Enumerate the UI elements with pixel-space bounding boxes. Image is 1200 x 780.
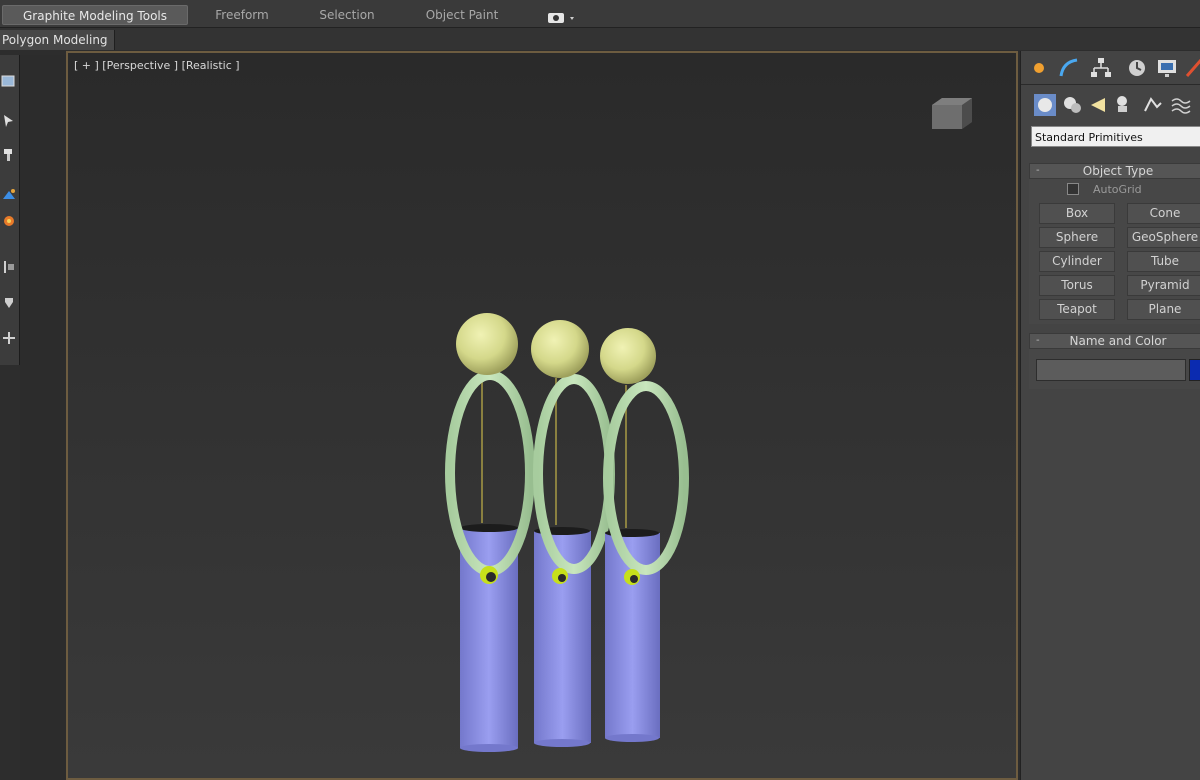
scene-render[interactable] — [68, 53, 1016, 778]
sphere-1[interactable] — [456, 313, 518, 375]
tab-polygon-modeling[interactable]: Polygon Modeling — [0, 30, 115, 50]
left-toolbar — [0, 55, 20, 365]
max-application-window: Graphite Modeling Tools Freeform Selecti… — [0, 0, 1200, 780]
create-tab-icon[interactable] — [1027, 56, 1051, 80]
tube-button[interactable]: Tube — [1127, 251, 1200, 272]
cylinder-button[interactable]: Cylinder — [1039, 251, 1115, 272]
viewport-tool-icon[interactable] — [1, 73, 17, 89]
sphere-button[interactable]: Sphere — [1039, 227, 1115, 248]
paint-tool-icon[interactable] — [1, 147, 17, 163]
transform-gizmo-icon[interactable] — [1, 187, 17, 203]
display-tab-icon[interactable] — [1155, 56, 1179, 80]
teapot-button[interactable]: Teapot — [1039, 299, 1115, 320]
sphere-3[interactable] — [600, 328, 656, 384]
tab-object-paint[interactable]: Object Paint — [410, 5, 514, 25]
arrow-tool-icon[interactable] — [1, 113, 17, 129]
cone-button[interactable]: Cone — [1127, 203, 1200, 224]
geosphere-button[interactable]: GeoSphere — [1127, 227, 1200, 248]
geometry-icon[interactable] — [1033, 93, 1057, 117]
command-panel-divider — [1021, 84, 1200, 85]
command-panel: Standard Primitives - Object Type AutoGr… — [1020, 51, 1200, 780]
helpers-icon[interactable] — [1141, 93, 1165, 117]
object-name-field[interactable] — [1036, 359, 1186, 381]
tab-freeform[interactable]: Freeform — [200, 5, 284, 25]
torus-button[interactable]: Torus — [1039, 275, 1115, 296]
collapse-icon: - — [1036, 335, 1040, 346]
shapes-icon[interactable] — [1061, 93, 1085, 117]
modify-tab-icon[interactable] — [1057, 56, 1081, 80]
utilities-tab-icon[interactable] — [1183, 56, 1200, 80]
camera-dropdown-icon[interactable] — [548, 9, 578, 23]
object-type-title: Object Type — [1082, 164, 1154, 178]
plane-button[interactable]: Plane — [1127, 299, 1200, 320]
tab-selection[interactable]: Selection — [300, 5, 394, 25]
autogrid-checkbox[interactable] — [1067, 183, 1079, 195]
motion-tab-icon[interactable] — [1125, 56, 1149, 80]
ribbon-tab-bar: Graphite Modeling Tools Freeform Selecti… — [0, 0, 1200, 28]
name-and-color-title: Name and Color — [1069, 334, 1167, 348]
box-button[interactable]: Box — [1039, 203, 1115, 224]
pivot-tool-icon[interactable] — [1, 330, 17, 346]
perspective-viewport[interactable]: [ + ] [Perspective ] [Realistic ] — [66, 51, 1018, 780]
spacewarps-icon[interactable] — [1169, 93, 1193, 117]
align-tool-icon[interactable] — [1, 259, 17, 275]
left-gutter — [20, 55, 66, 780]
object-type-rollout-header[interactable]: - Object Type — [1029, 163, 1200, 179]
pyramid-button[interactable]: Pyramid — [1127, 275, 1200, 296]
ribbon-subtab-bar: Polygon Modeling — [0, 28, 1200, 50]
figure-1[interactable] — [445, 313, 535, 752]
hierarchy-tab-icon[interactable] — [1089, 56, 1113, 80]
light-icon[interactable] — [1, 213, 17, 229]
collapse-icon: - — [1036, 165, 1040, 176]
lights-icon[interactable] — [1087, 93, 1111, 117]
name-and-color-rollout-header[interactable]: - Name and Color — [1029, 333, 1200, 349]
object-color-swatch[interactable] — [1189, 359, 1200, 381]
sphere-2[interactable] — [531, 320, 589, 378]
tab-graphite-modeling-tools[interactable]: Graphite Modeling Tools — [2, 5, 188, 25]
cameras-icon[interactable] — [1113, 93, 1137, 117]
figure-3[interactable] — [600, 328, 689, 742]
category-dropdown[interactable]: Standard Primitives — [1031, 126, 1200, 147]
figure-2[interactable] — [531, 320, 615, 747]
autogrid-label: AutoGrid — [1093, 183, 1142, 196]
snap-tool-icon[interactable] — [1, 295, 17, 311]
